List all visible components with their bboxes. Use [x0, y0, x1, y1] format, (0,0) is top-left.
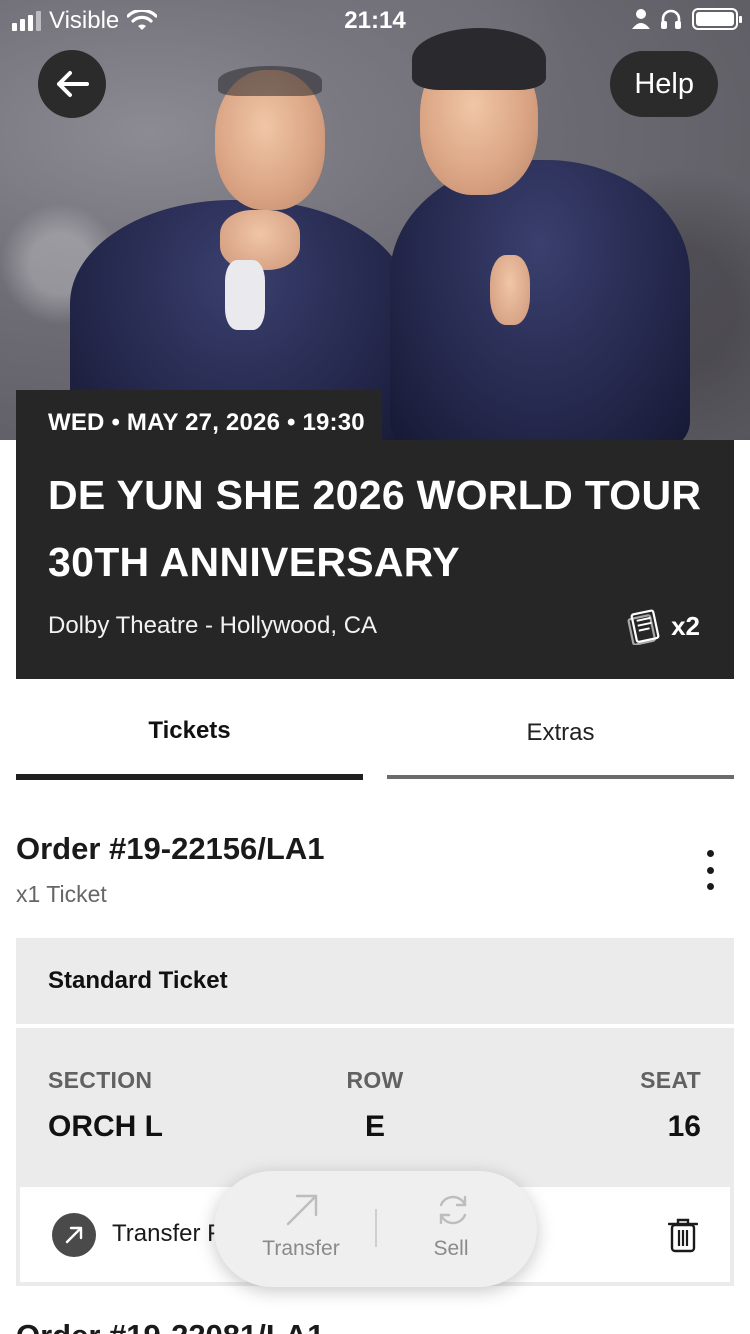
ticket-count-label: x2: [671, 610, 700, 641]
seat-label: SEAT: [640, 1067, 701, 1093]
floating-action-pill: Transfer Sell: [214, 1171, 537, 1287]
transfer-arrow-icon: [65, 1226, 83, 1244]
seat-value: 16: [667, 1110, 701, 1143]
ticket-type: Standard Ticket: [16, 938, 734, 1024]
event-title: DE YUN SHE 2026 WORLD TOUR 30TH ANNIVERS…: [48, 462, 718, 596]
sell-button-label: Sell: [433, 1237, 469, 1260]
battery-icon: [692, 8, 742, 30]
sell-button[interactable]: Sell: [376, 1171, 526, 1287]
tab-tickets[interactable]: Tickets: [16, 680, 363, 780]
sell-refresh-icon: [439, 1195, 467, 1225]
more-vertical-icon[interactable]: [694, 850, 726, 890]
tab-extras[interactable]: Extras: [387, 680, 734, 780]
next-order-number: Order #19-22081/LA1: [16, 1318, 324, 1334]
transfer-button-label: Transfer: [262, 1237, 340, 1260]
headphones-icon: [661, 9, 681, 29]
performer-left: [70, 60, 410, 440]
event-venue: Dolby Theatre - Hollywood, CA: [48, 612, 378, 639]
person-icon: [632, 9, 650, 29]
event-title-line1: DE YUN SHE 2026 WORLD TOUR: [48, 472, 702, 518]
row-value: E: [364, 1110, 385, 1143]
order-number: Order #19-22156/LA1: [16, 831, 325, 866]
transfer-button[interactable]: Transfer: [226, 1171, 376, 1287]
event-hero-image: Visible 21:14 Help: [0, 0, 750, 440]
transfer-status-icon[interactable]: [52, 1213, 96, 1257]
event-card: DE YUN SHE 2026 WORLD TOUR 30TH ANNIVERS…: [16, 440, 734, 679]
help-button[interactable]: Help: [610, 51, 718, 117]
trash-icon[interactable]: [667, 1217, 699, 1258]
order-ticket-count: x1 Ticket: [16, 881, 107, 907]
row-label: ROW: [346, 1067, 404, 1093]
event-datetime: WED • MAY 27, 2026 • 19:30: [16, 390, 382, 442]
tickets-icon: [627, 609, 660, 645]
event-title-line2: 30TH ANNIVERSARY: [48, 539, 460, 585]
back-arrow-icon: [57, 71, 89, 97]
transfer-status-text[interactable]: Transfer F: [112, 1220, 222, 1248]
status-bar: Visible 21:14: [0, 0, 750, 40]
back-button[interactable]: [38, 50, 106, 118]
ticket-count-badge: x2: [627, 607, 700, 645]
transfer-arrow-icon: [286, 1194, 318, 1226]
